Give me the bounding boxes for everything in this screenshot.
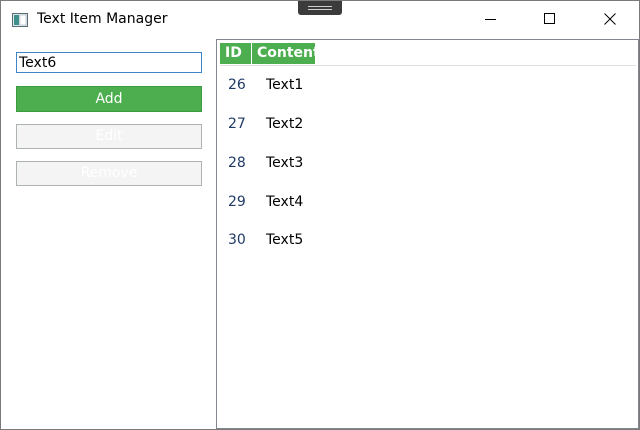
text-input[interactable] [16,52,202,73]
table-row[interactable]: 27 Text2 [220,116,636,154]
grid-header: ID Content [220,43,636,66]
items-grid[interactable]: ID Content 26 Text1 27 Text2 28 Text3 29… [216,39,639,429]
add-button[interactable]: Add [16,86,202,112]
maximize-icon [544,13,555,24]
close-button[interactable] [587,1,633,37]
table-row[interactable]: 26 Text1 [220,77,636,115]
cell-content: Text3 [266,155,304,171]
table-row[interactable]: 28 Text3 [220,155,636,193]
app-window: Text Item Manager Add Edit Remove ID Con… [0,0,640,430]
minimize-button[interactable] [468,1,514,37]
edit-button[interactable]: Edit [16,124,202,149]
remove-button[interactable]: Remove [16,161,202,186]
maximize-button[interactable] [527,1,573,37]
cell-id: 29 [228,194,246,210]
column-header-id[interactable]: ID [220,43,251,64]
window-title: Text Item Manager [37,11,168,27]
close-icon [604,13,616,25]
cell-id: 27 [228,116,246,132]
title-bar[interactable]: Text Item Manager [1,1,639,37]
table-row[interactable]: 29 Text4 [220,194,636,232]
cell-id: 26 [228,77,246,93]
cell-content: Text4 [266,194,304,210]
drag-handle-grip[interactable] [298,1,342,15]
cell-id: 30 [228,232,246,248]
cell-content: Text1 [266,77,304,93]
cell-id: 28 [228,155,246,171]
cell-content: Text2 [266,116,304,132]
table-row[interactable]: 30 Text5 [220,232,636,270]
minimize-icon [485,19,496,20]
column-header-content[interactable]: Content [252,43,320,64]
app-icon [12,12,28,27]
cell-content: Text5 [266,232,304,248]
